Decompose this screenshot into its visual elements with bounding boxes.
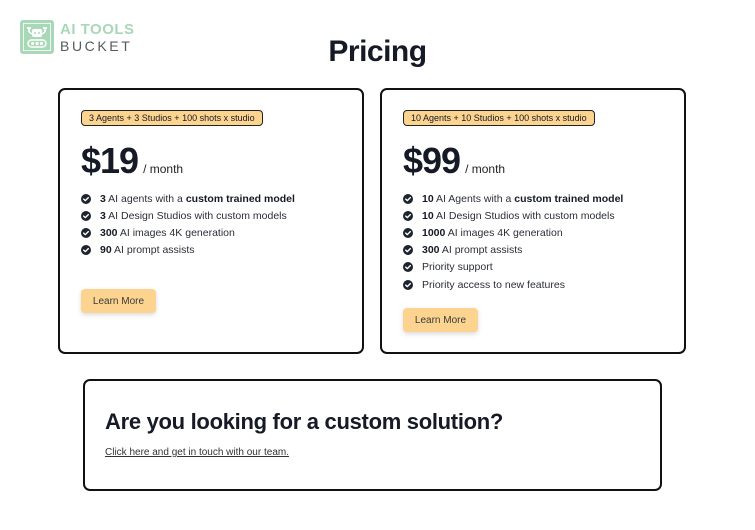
page-title: Pricing xyxy=(328,35,427,68)
feature-list: 10 AI Agents with a custom trained model… xyxy=(403,190,623,293)
feature-description: AI prompt assists xyxy=(111,244,195,257)
feature-highlight: custom trained model xyxy=(514,192,624,205)
feature-text: 3 AI agents with a custom trained model xyxy=(100,193,295,205)
custom-solution-title: Are you looking for a custom solution? xyxy=(105,409,504,434)
custom-solution-card: Are you looking for a custom solution? C… xyxy=(83,379,662,491)
learn-more-button[interactable]: Learn More xyxy=(403,308,478,332)
feature-item: 10 AI Agents with a custom trained model xyxy=(403,190,623,207)
feature-text: 1000 AI images 4K generation xyxy=(422,227,563,239)
feature-item: 300 AI images 4K generation xyxy=(81,224,295,241)
check-circle-icon xyxy=(403,262,413,273)
feature-description: Priority access to new features xyxy=(422,278,565,291)
learn-more-button[interactable]: Learn More xyxy=(81,289,156,313)
feature-text: Priority access to new features xyxy=(422,279,565,291)
plan-price: $99 xyxy=(403,140,461,181)
feature-list: 3 AI agents with a custom trained model 3… xyxy=(81,190,295,259)
feature-quantity: 10 xyxy=(422,192,434,205)
feature-quantity: 300 xyxy=(422,244,440,257)
check-circle-icon xyxy=(81,245,91,256)
feature-text: 10 AI Design Studios with custom models xyxy=(422,210,615,222)
feature-description: Priority support xyxy=(422,261,493,274)
pricing-card-basic: 3 Agents + 3 Studios + 100 shots x studi… xyxy=(58,88,364,354)
price-row: $19 / month xyxy=(81,140,183,182)
check-circle-icon xyxy=(403,210,413,221)
check-circle-icon xyxy=(403,279,413,290)
feature-item: 3 AI agents with a custom trained model xyxy=(81,190,295,207)
feature-description: AI prompt assists xyxy=(439,244,523,257)
feature-description: AI Agents with a xyxy=(433,192,515,205)
feature-quantity: 300 xyxy=(100,226,118,239)
feature-description: AI Design Studios with custom models xyxy=(105,209,287,222)
feature-text: 10 AI Agents with a custom trained model xyxy=(422,193,623,205)
feature-quantity: 90 xyxy=(100,244,112,257)
contact-team-link[interactable]: Click here and get in touch with our tea… xyxy=(105,447,289,458)
feature-text: Priority support xyxy=(422,261,493,273)
feature-description: AI images 4K generation xyxy=(445,226,563,239)
pricing-page: AI TOOLS BUCKET Pricing 3 Agents + 3 Stu… xyxy=(0,0,755,530)
plan-period: / month xyxy=(143,162,184,176)
feature-item: Priority support xyxy=(403,259,623,276)
price-row: $99 / month xyxy=(403,140,505,182)
check-circle-icon xyxy=(403,245,413,256)
feature-item: 10 AI Design Studios with custom models xyxy=(403,207,623,224)
feature-quantity: 10 xyxy=(422,209,434,222)
plan-period: / month xyxy=(465,162,506,176)
feature-highlight: custom trained model xyxy=(185,192,295,205)
check-circle-icon xyxy=(81,227,91,238)
plan-badge: 10 Agents + 10 Studios + 100 shots x stu… xyxy=(403,110,595,126)
feature-item: Priority access to new features xyxy=(403,276,623,293)
feature-item: 3 AI Design Studios with custom models xyxy=(81,207,295,224)
plan-badge: 3 Agents + 3 Studios + 100 shots x studi… xyxy=(81,110,263,126)
check-circle-icon xyxy=(81,193,91,204)
feature-description: AI Design Studios with custom models xyxy=(433,209,615,222)
feature-description: AI agents with a xyxy=(105,192,186,205)
pricing-card-pro: 10 Agents + 10 Studios + 100 shots x stu… xyxy=(380,88,686,354)
check-circle-icon xyxy=(81,210,91,221)
feature-quantity: 1000 xyxy=(422,226,446,239)
feature-item: 90 AI prompt assists xyxy=(81,242,295,259)
feature-text: 3 AI Design Studios with custom models xyxy=(100,210,287,222)
feature-text: 90 AI prompt assists xyxy=(100,244,195,256)
feature-text: 300 AI prompt assists xyxy=(422,244,522,256)
check-circle-icon xyxy=(403,227,413,238)
feature-text: 300 AI images 4K generation xyxy=(100,227,235,239)
plan-price: $19 xyxy=(81,140,139,181)
feature-item: 300 AI prompt assists xyxy=(403,242,623,259)
feature-description: AI images 4K generation xyxy=(117,226,235,239)
feature-item: 1000 AI images 4K generation xyxy=(403,224,623,241)
check-circle-icon xyxy=(403,193,413,204)
